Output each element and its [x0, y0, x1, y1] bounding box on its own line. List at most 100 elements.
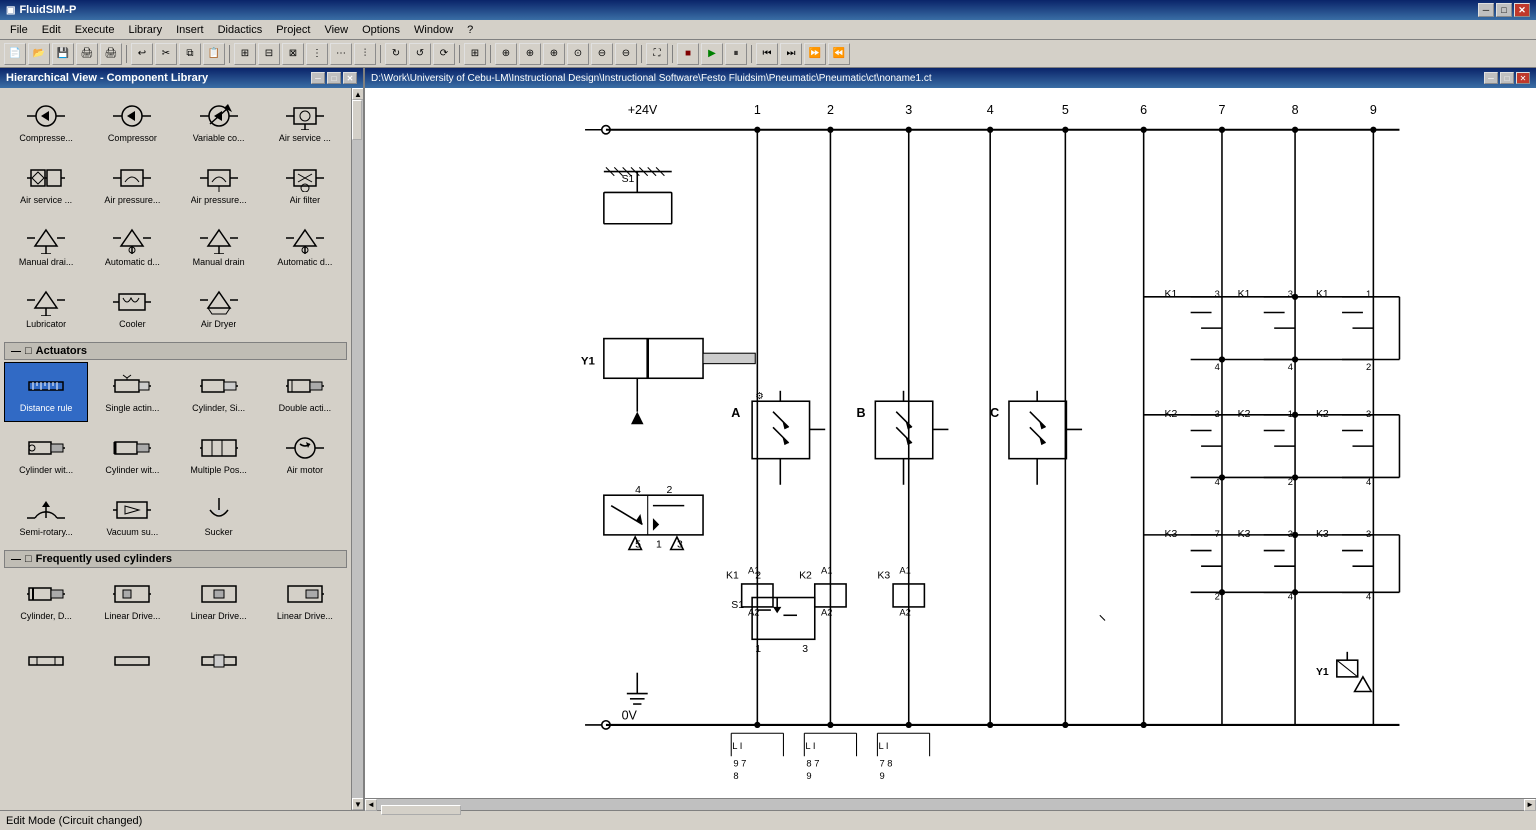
library-scroll-area[interactable]: Compresse... Compressor — [0, 88, 351, 810]
zoom-in3-button[interactable]: ⊕ — [543, 43, 565, 65]
scroll-thumb[interactable] — [352, 100, 362, 140]
zoom-custom-button[interactable]: ⊙ — [567, 43, 589, 65]
comp-cylinder-wit2[interactable]: Cylinder wit... — [90, 424, 174, 484]
valve-a-arrow1 — [773, 412, 789, 428]
menu-window[interactable]: Window — [408, 22, 459, 38]
actuators-section-header[interactable]: — □ Actuators — [4, 342, 347, 360]
maximize-button[interactable]: □ — [1496, 3, 1512, 17]
comp-semi-rotary[interactable]: Semi-rotary... — [4, 486, 88, 546]
step-back-button[interactable]: ⏮ — [756, 43, 778, 65]
comp-cylinder-si[interactable]: Cylinder, Si... — [177, 362, 261, 422]
comp-compressor2[interactable]: Compressor — [90, 92, 174, 152]
zoom-in2-button[interactable]: ⊕ — [519, 43, 541, 65]
comp-more3[interactable] — [177, 632, 261, 692]
library-maximize[interactable]: □ — [327, 72, 341, 84]
comp-single-act[interactable]: Single actin... — [90, 362, 174, 422]
fast-back-button[interactable]: ⏪ — [828, 43, 850, 65]
zoom-out1-button[interactable]: ⊖ — [591, 43, 613, 65]
col-label-9: 9 — [1370, 103, 1377, 117]
dist3-button[interactable]: ⫶ — [354, 43, 376, 65]
close-button[interactable]: ✕ — [1514, 3, 1530, 17]
align-center-button[interactable]: ⊟ — [258, 43, 280, 65]
copy-button[interactable]: ⧉ — [179, 43, 201, 65]
new-button[interactable]: 📄 — [4, 43, 26, 65]
comp-air-dryer[interactable]: Air Dryer — [177, 278, 261, 338]
comp-multiple-pos[interactable]: Multiple Pos... — [177, 424, 261, 484]
step-forward-button[interactable]: ⏭ — [780, 43, 802, 65]
comp-variable-co[interactable]: Variable co... — [177, 92, 261, 152]
comp-linear-drive1[interactable]: Linear Drive... — [90, 570, 174, 630]
library-minimize[interactable]: ─ — [311, 72, 325, 84]
play-button[interactable]: ▶ — [701, 43, 723, 65]
comp-more2[interactable] — [90, 632, 174, 692]
dist1-button[interactable]: ⋮ — [306, 43, 328, 65]
comp-manual-drain1[interactable]: Manual drai... — [4, 216, 88, 276]
comp-double-act[interactable]: Double acti... — [263, 362, 347, 422]
menu-insert[interactable]: Insert — [170, 22, 210, 38]
save-button[interactable]: 💾 — [52, 43, 74, 65]
comp-air-pressure2[interactable]: Air pressure... — [177, 154, 261, 214]
comp-vacuum-su[interactable]: Vacuum su... — [90, 486, 174, 546]
comp-compressor1[interactable]: Compresse... — [4, 92, 88, 152]
comp-air-filter[interactable]: Air filter — [263, 154, 347, 214]
dist2-button[interactable]: ⋯ — [330, 43, 352, 65]
comp-auto-drain1[interactable]: Automatic d... — [90, 216, 174, 276]
comp-sucker[interactable]: Sucker — [177, 486, 261, 546]
h-scroll-thumb[interactable] — [381, 805, 461, 815]
print-preview-button[interactable]: 🖨 — [76, 43, 98, 65]
rotate3-button[interactable]: ⟳ — [433, 43, 455, 65]
align-right-button[interactable]: ⊠ — [282, 43, 304, 65]
menu-options[interactable]: Options — [356, 22, 406, 38]
comp-air-service1[interactable]: Air service ... — [263, 92, 347, 152]
fast-forward-button[interactable]: ⏩ — [804, 43, 826, 65]
comp-cylinder-d[interactable]: Cylinder, D... — [4, 570, 88, 630]
comp-linear-drive2[interactable]: Linear Drive... — [177, 570, 261, 630]
minimize-button[interactable]: ─ — [1478, 3, 1494, 17]
comp-cooler[interactable]: Cooler — [90, 278, 174, 338]
menu-project[interactable]: Project — [270, 22, 316, 38]
comp-distance-rule[interactable]: Distance rule — [4, 362, 88, 422]
comp-air-motor[interactable]: Air motor — [263, 424, 347, 484]
menu-didactics[interactable]: Didactics — [212, 22, 269, 38]
align-left-button[interactable]: ⊞ — [234, 43, 256, 65]
scroll-left-button[interactable]: ◄ — [365, 799, 377, 811]
zoom-in1-button[interactable]: ⊕ — [495, 43, 517, 65]
rotate1-button[interactable]: ↻ — [385, 43, 407, 65]
comp-more1[interactable] — [4, 632, 88, 692]
library-close[interactable]: ✕ — [343, 72, 357, 84]
diagram-minimize[interactable]: ─ — [1484, 72, 1498, 84]
pause-button[interactable]: ⏸ — [725, 43, 747, 65]
zoom-out2-button[interactable]: ⊖ — [615, 43, 637, 65]
comp-air-service2[interactable]: Air service ... — [4, 154, 88, 214]
rotate2-button[interactable]: ↺ — [409, 43, 431, 65]
comp-cylinder-wit1[interactable]: Cylinder wit... — [4, 424, 88, 484]
menu-library[interactable]: Library — [122, 22, 168, 38]
comp-linear-drive3[interactable]: Linear Drive... — [263, 570, 347, 630]
paste-button[interactable]: 📋 — [203, 43, 225, 65]
menu-view[interactable]: View — [318, 22, 354, 38]
horizontal-scrollbar[interactable]: ◄ ► — [365, 798, 1536, 810]
menu-help[interactable]: ? — [461, 22, 479, 38]
diagram-close[interactable]: ✕ — [1516, 72, 1530, 84]
stop-button[interactable]: ■ — [677, 43, 699, 65]
undo-button[interactable]: ↩ — [131, 43, 153, 65]
diagram-maximize[interactable]: □ — [1500, 72, 1514, 84]
table-button[interactable]: ⊞ — [464, 43, 486, 65]
scroll-down-button[interactable]: ▼ — [352, 798, 364, 810]
comp-air-pressure1[interactable]: Air pressure... — [90, 154, 174, 214]
comp-auto-drain2[interactable]: Automatic d... — [263, 216, 347, 276]
diagram-area[interactable]: +24V 1 2 3 4 5 6 7 8 9 — [365, 88, 1536, 798]
library-scrollbar[interactable]: ▲ ▼ — [351, 88, 363, 810]
menu-file[interactable]: File — [4, 22, 34, 38]
open-button[interactable]: 📂 — [28, 43, 50, 65]
menu-edit[interactable]: Edit — [36, 22, 67, 38]
scroll-up-button[interactable]: ▲ — [352, 88, 364, 100]
comp-manual-drain2[interactable]: Manual drain — [177, 216, 261, 276]
frequently-section-header[interactable]: — □ Frequently used cylinders — [4, 550, 347, 568]
comp-lubricator[interactable]: Lubricator — [4, 278, 88, 338]
fit-button[interactable]: ⛶ — [646, 43, 668, 65]
print-button[interactable]: 🖨 — [100, 43, 122, 65]
cut-button[interactable]: ✂ — [155, 43, 177, 65]
scroll-right-button[interactable]: ► — [1524, 799, 1536, 811]
menu-execute[interactable]: Execute — [69, 22, 121, 38]
